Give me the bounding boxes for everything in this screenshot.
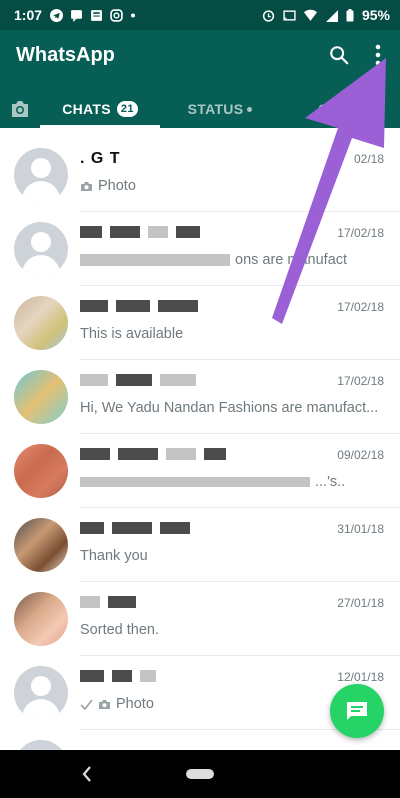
chat-row[interactable]: 27/01/18 Sorted then. — [0, 582, 400, 656]
app-bar: WhatsApp CHATS 21 STATUS C — [0, 30, 400, 128]
redacted-name — [80, 374, 196, 386]
search-icon[interactable] — [328, 44, 350, 66]
contact-avatar — [14, 296, 68, 350]
chat-date: 17/02/18 — [337, 300, 384, 314]
contact-avatar — [14, 518, 68, 572]
camera-icon — [12, 101, 28, 117]
chat-date: 02/18 — [353, 152, 384, 166]
photo-camera-icon — [81, 181, 92, 191]
default-avatar — [14, 222, 68, 276]
tab-chats-label: CHATS — [62, 101, 111, 117]
chat-preview: ons are manufact — [80, 252, 380, 268]
tab-calls-label: C — [318, 101, 329, 117]
chat-preview: Hi, We Yadu Nandan Fashions are manufact… — [80, 400, 380, 416]
chat-preview-text: This is available — [80, 326, 184, 342]
status-time: 1:07 — [14, 7, 43, 23]
wifi-icon — [303, 9, 317, 21]
chat-preview-text: Sorted then. — [80, 622, 159, 638]
chat-date: 12/01/18 — [337, 670, 384, 684]
chat-row[interactable]: 17/02/18 ons are manufact — [0, 212, 400, 286]
chat-name: . G T — [80, 150, 121, 167]
system-nav-bar — [0, 750, 400, 798]
telegram-icon — [50, 8, 64, 22]
status-update-dot — [247, 106, 253, 112]
chat-preview-text: Photo — [116, 696, 154, 712]
chat-row[interactable]: 09/02/18 ...'s.. — [0, 434, 400, 508]
chat-date: 17/02/18 — [337, 226, 384, 240]
default-avatar — [14, 666, 68, 720]
chat-preview-text: Hi, We Yadu Nandan Fashions are manufact… — [80, 400, 379, 416]
cast-icon — [283, 9, 296, 21]
chat-preview: Sorted then. — [80, 622, 380, 638]
sent-tick-icon — [80, 699, 93, 710]
chat-row[interactable]: 17/02/18 Hi, We Yadu Nandan Fashions are… — [0, 360, 400, 434]
back-icon[interactable] — [80, 764, 94, 784]
more-notifications-icon — [131, 13, 136, 17]
alarm-icon — [262, 9, 275, 22]
chat-preview: Thank you — [80, 548, 380, 564]
chat-row[interactable]: . G T 02/18 Photo — [0, 138, 400, 212]
chat-preview: ...'s.. — [80, 474, 380, 490]
contact-avatar — [14, 370, 68, 424]
new-message-icon — [347, 702, 367, 720]
redacted-name — [80, 596, 136, 608]
chat-date: 31/01/18 — [337, 522, 384, 536]
news-icon — [91, 9, 102, 21]
chat-preview: This is available — [80, 326, 380, 342]
chat-preview-text: Photo — [98, 178, 136, 194]
contact-avatar — [14, 444, 68, 498]
chat-row[interactable]: 17/02/18 This is available — [0, 286, 400, 360]
more-options-icon[interactable] — [366, 42, 390, 68]
chat-preview: Photo — [80, 178, 380, 194]
notification-icons — [50, 8, 136, 22]
app-title: WhatsApp — [16, 44, 115, 66]
new-chat-button[interactable] — [330, 684, 384, 738]
battery-level: 95% — [361, 7, 390, 23]
chat-list: . G T 02/18 Photo 17/02/18 ons are manuf… — [0, 138, 400, 750]
status-bar: 1:07 95% — [0, 0, 400, 30]
redacted-name — [80, 300, 198, 312]
photo-camera-icon — [99, 699, 110, 709]
redacted-name — [80, 448, 226, 460]
tab-chats[interactable]: CHATS 21 — [40, 90, 160, 128]
contact-avatar — [14, 592, 68, 646]
chat-preview-text: Thank you — [80, 548, 148, 564]
chat-preview-text: ons are manufact — [235, 252, 348, 268]
chat-row[interactable]: 31/01/18 Thank you — [0, 508, 400, 582]
chat-row[interactable] — [0, 730, 400, 750]
redacted-name — [80, 670, 156, 682]
tab-camera[interactable] — [0, 90, 40, 128]
tab-calls[interactable]: C — [280, 90, 400, 128]
chat-date: 27/01/18 — [337, 596, 384, 610]
chat-date: 09/02/18 — [337, 448, 384, 462]
instagram-icon — [110, 8, 123, 22]
tab-status[interactable]: STATUS — [160, 90, 280, 128]
chat-date: 17/02/18 — [337, 374, 384, 388]
battery-icon — [346, 8, 354, 21]
signal-icon — [326, 9, 338, 22]
tab-bar: CHATS 21 STATUS C — [0, 90, 400, 128]
home-pill[interactable] — [186, 769, 214, 779]
redacted-name — [80, 522, 190, 534]
tab-status-label: STATUS — [187, 101, 244, 117]
redacted-name — [80, 226, 200, 238]
contact-avatar — [14, 740, 68, 750]
unread-count-badge: 21 — [116, 101, 138, 117]
chat-preview-text: ...'s.. — [315, 474, 346, 490]
default-avatar — [14, 148, 68, 202]
message-icon — [71, 9, 82, 22]
